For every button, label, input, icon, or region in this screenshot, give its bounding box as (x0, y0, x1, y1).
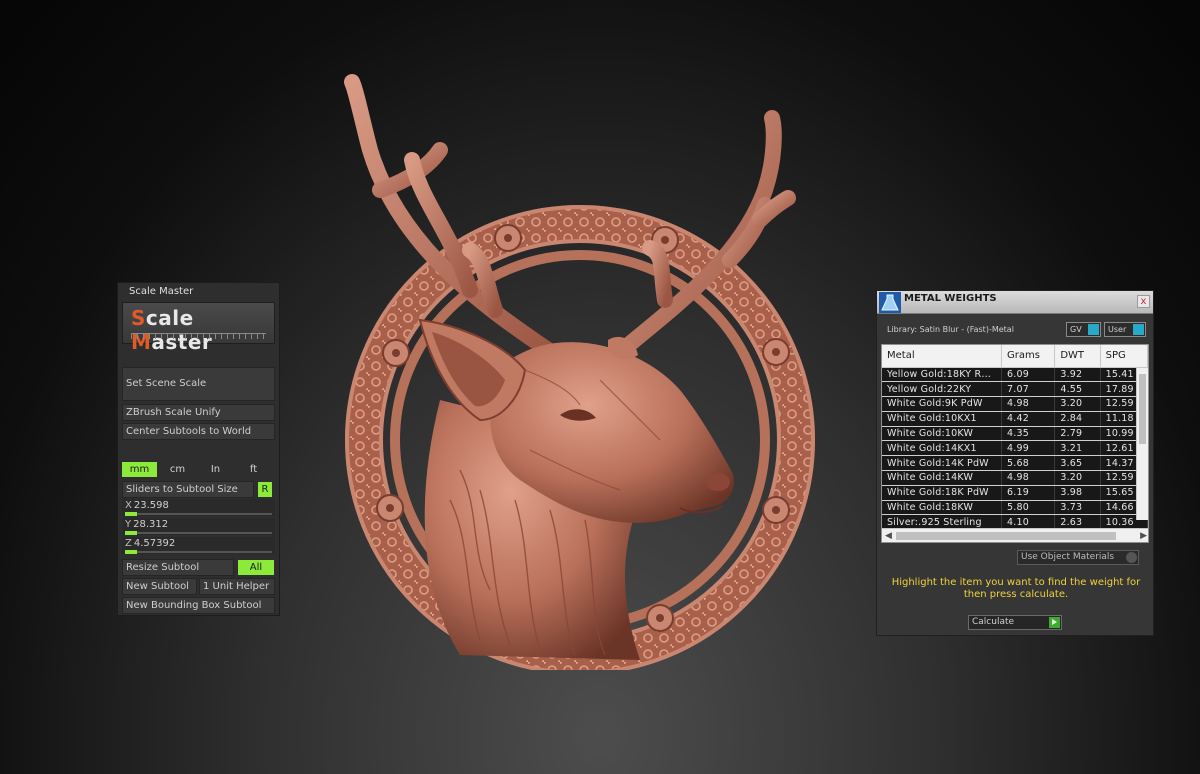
table-row[interactable]: White Gold:10KW 4.35 2.79 10.99 (882, 426, 1148, 442)
metal-weights-table: Metal Grams DWT SPG Yellow Gold:18KY R… 6… (881, 344, 1149, 543)
unit-cm[interactable]: cm (160, 462, 195, 477)
table-cell: White Gold:9K PdW (882, 396, 1003, 412)
gv-toggle[interactable]: GV (1066, 322, 1101, 337)
table-row[interactable]: White Gold:18K PdW 6.19 3.98 15.65 (882, 485, 1148, 501)
table-cell: White Gold:14KX1 (882, 440, 1003, 457)
table-cell: 3.92 (1054, 367, 1101, 383)
table-cell: 4.35 (1001, 426, 1056, 442)
table-cell: White Gold:18KW (882, 500, 1003, 516)
table-cell: Yellow Gold:18KY R… (882, 367, 1003, 383)
table-header: Metal Grams DWT SPG (882, 345, 1148, 368)
column-header[interactable]: Grams (1001, 345, 1056, 368)
column-header[interactable]: DWT (1054, 345, 1101, 368)
table-cell: 4.98 (1001, 470, 1056, 486)
unit-in[interactable]: In (198, 462, 233, 477)
panel-title: Scale Master (129, 286, 194, 297)
scale-master-logo: Scale Master (122, 302, 275, 354)
sliders-to-subtool-size-button[interactable]: Sliders to Subtool Size (122, 481, 254, 498)
flask-icon (879, 292, 901, 313)
zbrush-viewport[interactable]: Scale Master Scale Master Set Scene Scal… (0, 0, 1200, 774)
metal-weights-titlebar[interactable]: METAL WEIGHTS x (877, 291, 1153, 314)
y-size-slider[interactable]: Y 28.312 (122, 518, 275, 535)
new-subtool-button[interactable]: New Subtool (122, 578, 197, 595)
horizontal-scrollbar[interactable]: ◀ ▶ (882, 528, 1148, 542)
scale-master-panel: Scale Master Scale Master Set Scene Scal… (117, 282, 280, 616)
metal-weights-title: METAL WEIGHTS (904, 293, 997, 304)
table-cell: 2.79 (1054, 426, 1101, 442)
set-scene-scale-button[interactable]: Set Scene Scale (122, 367, 275, 401)
one-unit-helper-button[interactable]: 1 Unit Helper (199, 578, 275, 595)
table-cell: 3.65 (1054, 455, 1101, 472)
table-row[interactable]: Yellow Gold:22KY 7.07 4.55 17.89 (882, 381, 1148, 398)
vertical-scrollbar[interactable] (1136, 368, 1148, 520)
table-cell: White Gold:18K PdW (882, 485, 1003, 501)
unit-mm[interactable]: mm (122, 462, 157, 477)
user-toggle[interactable]: User (1104, 322, 1146, 337)
table-cell: 5.68 (1001, 455, 1056, 472)
instruction-text: Highlight the item you want to find the … (891, 577, 1141, 600)
table-row[interactable]: White Gold:10KX1 4.42 2.84 11.18 (882, 411, 1148, 427)
table-cell: 6.19 (1001, 485, 1056, 501)
unit-ft[interactable]: ft (236, 462, 271, 477)
deer-medallion-sculpt (344, 74, 815, 670)
center-subtools-button[interactable]: Center Subtools to World (122, 423, 275, 440)
metal-weights-panel: METAL WEIGHTS x Library: Satin Blur - (F… (876, 290, 1154, 636)
table-row[interactable]: White Gold:18KW 5.80 3.73 14.66 (882, 500, 1148, 516)
table-cell: 4.99 (1001, 440, 1056, 457)
table-cell: 3.98 (1054, 485, 1101, 501)
table-cell: 5.80 (1001, 500, 1056, 516)
zbrush-scale-unify-button[interactable]: ZBrush Scale Unify (122, 404, 275, 421)
use-object-materials-toggle[interactable]: Use Object Materials (1017, 550, 1139, 565)
unit-selector: mm cm In ft (122, 462, 275, 477)
table-row[interactable]: White Gold:9K PdW 4.98 3.20 12.59 (882, 396, 1148, 412)
new-bounding-box-button[interactable]: New Bounding Box Subtool (122, 597, 275, 614)
table-cell: 4.55 (1054, 381, 1101, 398)
play-icon (1049, 617, 1060, 628)
ruler-graphic (131, 333, 266, 339)
table-cell: 3.20 (1054, 470, 1101, 486)
table-cell: 3.73 (1054, 500, 1101, 516)
table-row[interactable]: White Gold:14KX1 4.99 3.21 12.61 (882, 440, 1148, 457)
r-toggle[interactable]: R (258, 482, 272, 497)
table-cell: White Gold:10KW (882, 426, 1003, 442)
table-row[interactable]: White Gold:14KW 4.98 3.20 12.59 (882, 470, 1148, 486)
table-row[interactable]: Yellow Gold:18KY R… 6.09 3.92 15.41 (882, 367, 1148, 383)
library-label: Library: Satin Blur - (Fast)-Metal (887, 325, 1014, 334)
x-size-slider[interactable]: X 23.598 (122, 499, 275, 516)
table-cell: White Gold:10KX1 (882, 411, 1003, 427)
z-size-slider[interactable]: Z 4.57392 (122, 537, 275, 554)
table-cell: 4.98 (1001, 396, 1056, 412)
resize-subtool-button[interactable]: Resize Subtool (122, 559, 234, 576)
table-cell: White Gold:14KW (882, 470, 1003, 486)
close-icon[interactable]: x (1137, 295, 1150, 308)
column-header[interactable]: Metal (882, 345, 1003, 368)
all-toggle[interactable]: All (238, 560, 274, 575)
column-header[interactable]: SPG (1100, 345, 1148, 368)
table-cell: Yellow Gold:22KY (882, 381, 1003, 398)
table-cell: 7.07 (1001, 381, 1056, 398)
table-cell: 3.20 (1054, 396, 1101, 412)
table-cell: White Gold:14K PdW (882, 455, 1003, 472)
table-row[interactable]: White Gold:14K PdW 5.68 3.65 14.37 (882, 455, 1148, 472)
table-cell: 2.84 (1054, 411, 1101, 427)
table-cell: 4.42 (1001, 411, 1056, 427)
table-cell: 6.09 (1001, 367, 1056, 383)
table-cell: 3.21 (1054, 440, 1101, 457)
calculate-button[interactable]: Calculate (968, 615, 1062, 630)
